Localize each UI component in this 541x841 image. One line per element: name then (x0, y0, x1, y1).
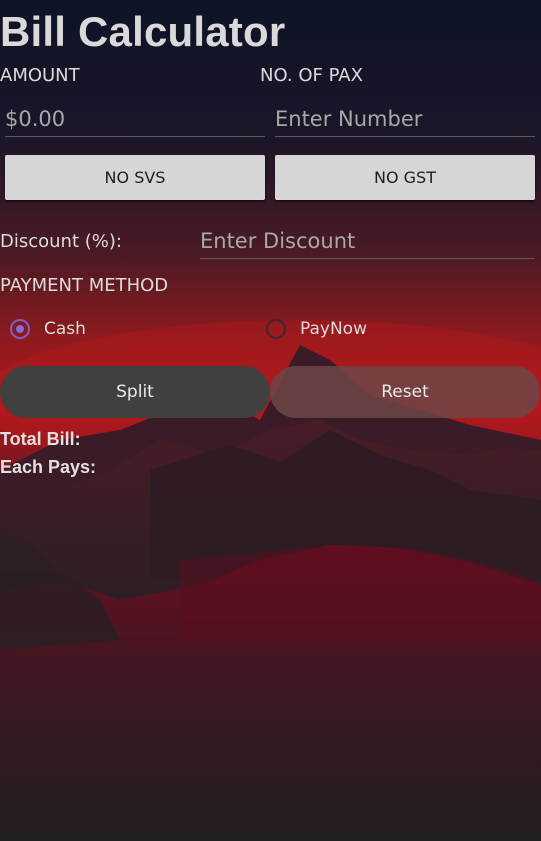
split-button[interactable]: Split (0, 366, 270, 418)
payment-method-label: PAYMENT METHOD (0, 275, 169, 296)
total-bill-label: Total Bill: (0, 429, 81, 449)
radio-paynow[interactable]: PayNow (266, 319, 367, 339)
reset-button[interactable]: Reset (270, 366, 540, 418)
radio-paynow-label: PayNow (300, 319, 367, 339)
radio-unselected-icon[interactable] (266, 319, 286, 339)
radio-selected-icon[interactable] (10, 319, 30, 339)
amount-label: AMOUNT (0, 65, 80, 86)
radio-cash[interactable]: Cash (10, 319, 86, 339)
amount-input[interactable] (5, 101, 265, 137)
each-pays-label: Each Pays: (0, 457, 97, 477)
page-title: Bill Calculator (0, 8, 286, 55)
radio-cash-label: Cash (44, 319, 86, 339)
no-gst-button[interactable]: NO GST (275, 155, 535, 200)
pax-label: NO. OF PAX (260, 65, 363, 86)
discount-label: Discount (%): (0, 231, 122, 252)
pax-input[interactable] (275, 101, 535, 137)
discount-input[interactable] (200, 223, 535, 259)
no-svs-button[interactable]: NO SVS (5, 155, 265, 200)
